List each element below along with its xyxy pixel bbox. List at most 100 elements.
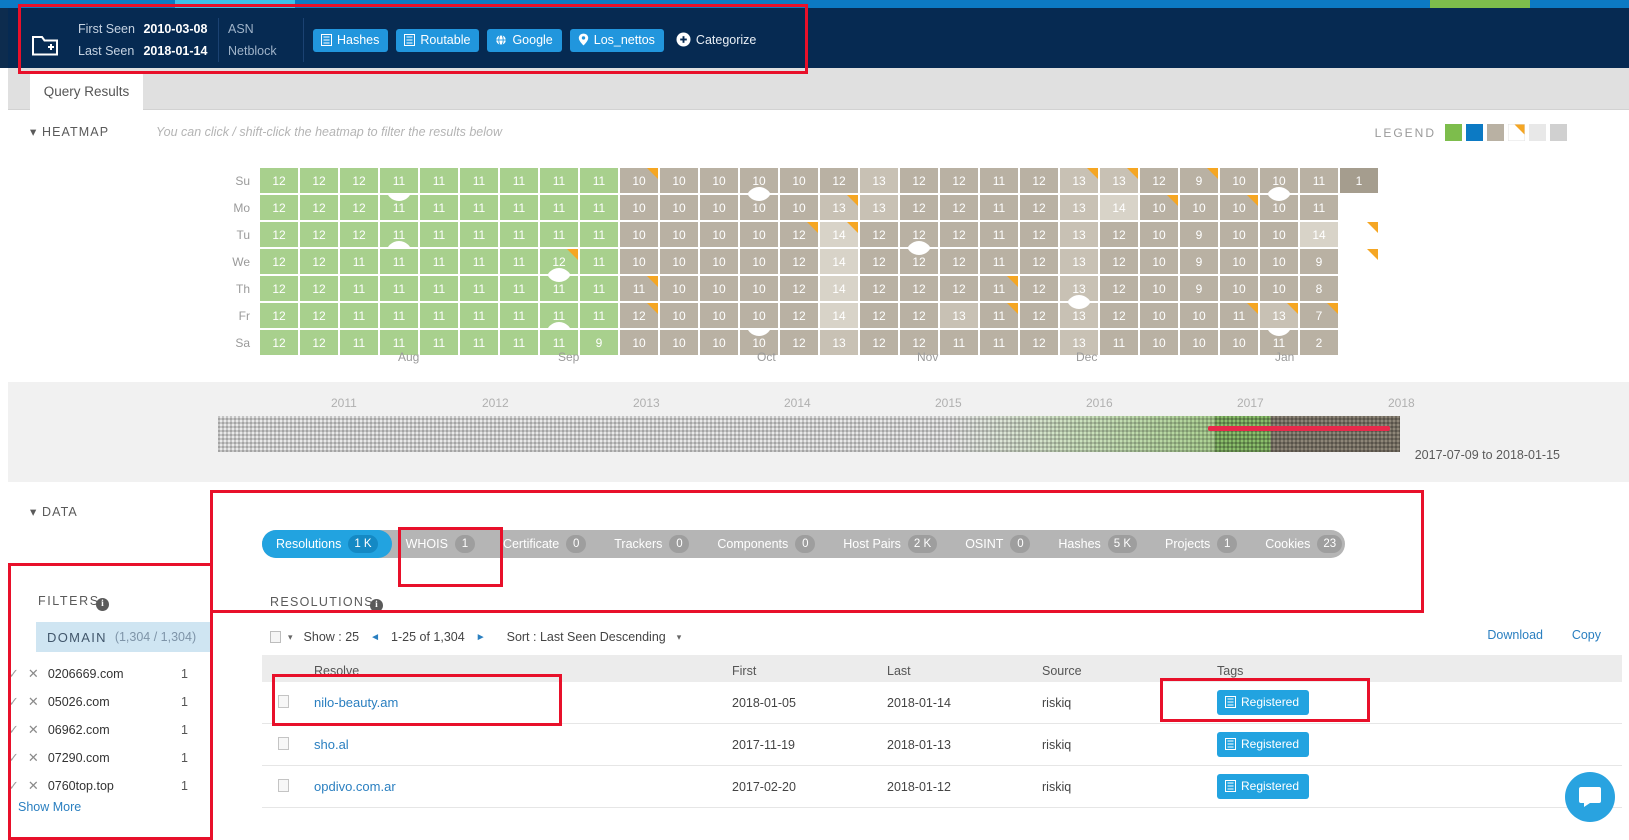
heatmap-cell[interactable]: 12 xyxy=(260,303,298,328)
tab-certificate[interactable]: Certificate0 xyxy=(489,530,600,558)
heatmap-cell[interactable]: 10 xyxy=(740,195,778,220)
heatmap-cell[interactable]: 12 xyxy=(1020,195,1058,220)
filters-show-more[interactable]: Show More xyxy=(18,800,81,814)
heatmap-cell[interactable]: 14 xyxy=(820,276,858,301)
heatmap-cell[interactable]: 10 xyxy=(780,195,818,220)
heatmap-cell[interactable]: 11 xyxy=(460,249,498,274)
sort-label[interactable]: Sort : Last Seen Descending xyxy=(507,630,666,644)
heatmap-cell[interactable]: 10 xyxy=(1220,276,1258,301)
heatmap-cell[interactable]: 10 xyxy=(1140,303,1178,328)
heatmap-cell[interactable]: 12 xyxy=(300,222,338,247)
heatmap-cell[interactable]: 13 xyxy=(1100,168,1138,193)
heatmap-cell[interactable]: 12 xyxy=(260,168,298,193)
heatmap-cell[interactable]: 10 xyxy=(620,222,658,247)
heatmap-cell[interactable]: 11 xyxy=(420,195,458,220)
heatmap-cell[interactable]: 11 xyxy=(420,168,458,193)
heatmap-cell[interactable]: 12 xyxy=(1020,249,1058,274)
table-row[interactable]: nilo-beauty.am2018-01-052018-01-14riskiq… xyxy=(262,682,1622,724)
heatmap-cell[interactable]: 12 xyxy=(300,249,338,274)
tag-registered-button[interactable]: Registered xyxy=(1217,732,1309,757)
heatmap-cell[interactable]: 12 xyxy=(1100,303,1138,328)
heatmap-cell[interactable]: 10 xyxy=(660,168,698,193)
heatmap-cell[interactable]: 12 xyxy=(340,168,378,193)
heatmap-cell[interactable]: 11 xyxy=(580,168,618,193)
heatmap-cell[interactable]: 12 xyxy=(260,249,298,274)
heatmap-cell[interactable]: 8 xyxy=(1300,276,1338,301)
heatmap-cell[interactable]: 10 xyxy=(620,249,658,274)
heatmap-cell[interactable]: 9 xyxy=(1180,222,1218,247)
sort-caret-icon[interactable]: ▾ xyxy=(677,632,682,643)
heatmap-section-toggle[interactable]: ▾ HEATMAP xyxy=(30,124,109,139)
heatmap-cell[interactable]: 12 xyxy=(620,303,658,328)
download-link[interactable]: Download xyxy=(1487,628,1543,642)
heatmap-cell[interactable]: 10 xyxy=(740,276,778,301)
heatmap-cell[interactable]: 11 xyxy=(420,222,458,247)
heatmap-cell[interactable]: 11 xyxy=(500,222,538,247)
heatmap-cell[interactable]: 12 xyxy=(300,276,338,301)
tab-whois[interactable]: WHOIS1 xyxy=(392,530,489,558)
heatmap-cell[interactable]: 9 xyxy=(1180,276,1218,301)
x-icon[interactable]: ✕ xyxy=(28,722,39,738)
heatmap-cell[interactable]: 12 xyxy=(860,222,898,247)
heatmap-cell[interactable]: 11 xyxy=(580,303,618,328)
heatmap-cell[interactable]: 13 xyxy=(1060,168,1098,193)
filter-item[interactable]: ✓✕0760top.top1 xyxy=(8,772,188,800)
check-icon[interactable]: ✓ xyxy=(8,750,19,766)
heatmap-cell[interactable]: 11 xyxy=(980,276,1018,301)
filter-item[interactable]: ✓✕07290.com1 xyxy=(8,744,188,772)
heatmap-cell[interactable]: 12 xyxy=(900,249,938,274)
chip-google[interactable]: Google xyxy=(487,29,561,52)
heatmap-cell[interactable]: 12 xyxy=(780,303,818,328)
heatmap-cell[interactable]: 11 xyxy=(500,195,538,220)
heatmap-cell[interactable]: 12 xyxy=(900,195,938,220)
chip-los-nettos[interactable]: Los_nettos xyxy=(570,29,664,52)
row-checkbox[interactable] xyxy=(278,737,289,750)
table-row[interactable]: sho.al2017-11-192018-01-13riskiqRegister… xyxy=(262,724,1622,766)
heatmap-cell[interactable]: 13 xyxy=(1060,303,1098,328)
heatmap-cell[interactable]: 11 xyxy=(460,303,498,328)
heatmap-cell[interactable]: 11 xyxy=(980,195,1018,220)
chat-bubble-icon[interactable] xyxy=(1565,772,1615,822)
tab-resolutions[interactable]: Resolutions1 K xyxy=(262,530,392,558)
heatmap-cell[interactable]: 11 xyxy=(980,222,1018,247)
heatmap-cell[interactable]: 13 xyxy=(1060,222,1098,247)
heatmap-cell[interactable]: 10 xyxy=(1220,249,1258,274)
chip-categorize[interactable]: Categorize xyxy=(672,28,765,52)
filter-item[interactable]: ✓✕06962.com1 xyxy=(8,716,188,744)
tab-host-pairs[interactable]: Host Pairs2 K xyxy=(829,530,951,558)
check-icon[interactable]: ✓ xyxy=(8,694,19,710)
heatmap-cell[interactable]: 13 xyxy=(1060,276,1098,301)
tab-cookies[interactable]: Cookies23 xyxy=(1251,530,1356,558)
chip-routable[interactable]: Routable xyxy=(396,29,479,52)
tab-components[interactable]: Components0 xyxy=(703,530,829,558)
resolve-link[interactable]: nilo-beauty.am xyxy=(314,695,398,710)
folder-add-icon[interactable] xyxy=(22,24,68,68)
heatmap-cell[interactable]: 12 xyxy=(1020,168,1058,193)
heatmap-cell[interactable]: 11 xyxy=(460,195,498,220)
heatmap-cell[interactable]: 10 xyxy=(1180,303,1218,328)
heatmap-cell[interactable]: 12 xyxy=(860,276,898,301)
tab-hashes[interactable]: Hashes5 K xyxy=(1044,530,1151,558)
heatmap-cell[interactable]: 12 xyxy=(300,195,338,220)
heatmap-cell[interactable]: 14 xyxy=(820,222,858,247)
heatmap-cell[interactable]: 11 xyxy=(540,195,578,220)
heatmap-cell[interactable]: 10 xyxy=(1260,195,1298,220)
x-icon[interactable]: ✕ xyxy=(28,778,39,794)
heatmap-cell[interactable]: 12 xyxy=(300,168,338,193)
tab-query-results[interactable]: Query Results xyxy=(30,72,143,110)
heatmap-cell[interactable]: 12 xyxy=(780,222,818,247)
heatmap-cell[interactable]: 10 xyxy=(1260,168,1298,193)
select-all-checkbox[interactable] xyxy=(270,631,281,643)
x-icon[interactable]: ✕ xyxy=(28,694,39,710)
heatmap-cell[interactable]: 11 xyxy=(500,276,538,301)
heatmap-cell[interactable]: 11 xyxy=(580,276,618,301)
info-icon[interactable]: i xyxy=(96,594,109,611)
heatmap-cell[interactable]: 9 xyxy=(1300,249,1338,274)
heatmap-cell[interactable]: 12 xyxy=(900,276,938,301)
heatmap-cell[interactable]: 12 xyxy=(900,303,938,328)
heatmap-cell[interactable]: 13 xyxy=(820,195,858,220)
heatmap-cell[interactable]: 13 xyxy=(860,195,898,220)
heatmap-cell[interactable]: 11 xyxy=(500,303,538,328)
heatmap-cell[interactable]: 11 xyxy=(380,303,418,328)
heatmap-cell[interactable]: 12 xyxy=(340,222,378,247)
